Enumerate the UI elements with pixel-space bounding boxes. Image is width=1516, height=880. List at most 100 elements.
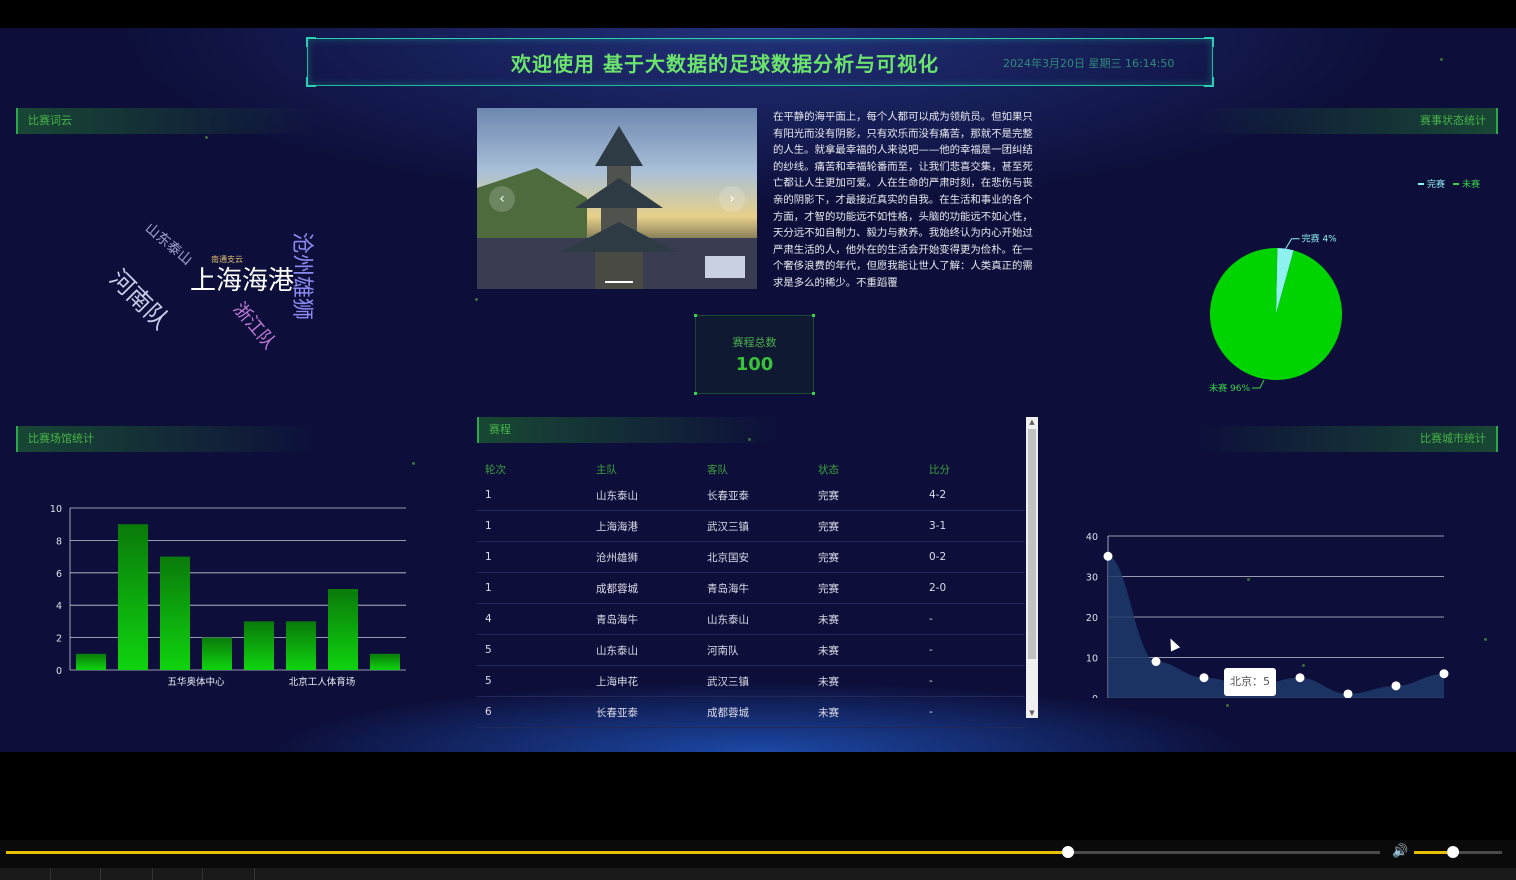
scroll-up-icon[interactable]: ▲ [1026,417,1038,427]
pagoda-roof-mid [575,178,663,208]
table-cell: 上海海港 [588,510,699,542]
table-cell: 沧州雄狮 [588,541,699,573]
wordcloud-word: 沧州雄狮 [289,232,314,321]
table-row[interactable]: 6 长春亚泰 成都蓉城 未赛 - [477,696,1025,728]
background-star [475,298,478,301]
table-row[interactable]: 1 成都蓉城 青岛海牛 完赛 2-0 [477,572,1025,604]
column-header[interactable]: 轮次 [477,458,588,480]
video-controls: 🔊 [0,840,1516,880]
data-point [1391,681,1401,691]
background-star [1440,58,1443,61]
card-corner-dot [812,392,815,395]
legend-label: 未赛 [1462,178,1480,190]
x-tick-label: 五华奥体中心 [167,676,225,688]
table-cell: 完赛 [810,510,921,542]
table-cell: 山东泰山 [588,634,699,666]
taskbar-item[interactable] [152,868,203,880]
column-header[interactable]: 状态 [810,458,921,480]
wordcloud-word: 上海海港 [190,266,295,296]
table-cell: 武汉三镇 [699,665,810,697]
volume-icon[interactable]: 🔊 [1392,844,1408,859]
venue-bar-chart: 0 2 4 6 8 10 五华奥体中心 北京工人体育场 [50,504,406,688]
table-cell: 5 [477,634,588,666]
table-header-row: 轮次 主队 客队 状态 比分 [477,458,1025,480]
data-point [1343,689,1353,698]
table-cell: 山东泰山 [699,603,810,635]
table-cell: - [921,634,1025,666]
volume-slider[interactable] [1414,846,1502,858]
taskbar-item[interactable] [50,868,101,880]
column-header[interactable]: 主队 [588,458,699,480]
total-matches-label: 赛程总数 [732,336,777,349]
data-point [1439,669,1449,679]
city-panel-header: 比赛城市统计 [1198,426,1498,452]
data-point [1151,657,1161,667]
y-tick-label: 40 [1086,532,1098,543]
y-tick-label: 10 [50,504,62,515]
x-tick-label: 北京工人体育场 [289,676,356,688]
table-cell: 0-2 [921,541,1025,573]
building-shape [705,256,745,278]
table-row[interactable]: 4 青岛海牛 山东泰山 未赛 - [477,603,1025,635]
table-cell: 山东泰山 [588,480,699,511]
bar [160,556,190,670]
table-cell: 北京国安 [699,541,810,573]
bar [76,653,106,670]
carousel-indicator[interactable] [605,281,633,283]
title-frame: 欢迎使用 基于大数据的足球数据分析与可视化 2024年3月20日 星期三 16:… [306,37,1214,87]
pagoda-image [477,126,757,289]
table-row[interactable]: 1 沧州雄狮 北京国安 完赛 0-2 [477,541,1025,573]
y-tick-label: 0 [1092,694,1098,698]
wordcloud-word: 河南队 [103,264,175,335]
table-cell: - [921,665,1025,697]
table-cell: 青岛海牛 [588,603,699,635]
wordcloud-panel-header: 比赛词云 [16,108,316,134]
carousel-next-icon[interactable]: › [719,186,745,212]
schedule-panel-title: 赛程 [489,423,511,436]
pagoda-roof-top [595,126,643,166]
wordcloud-word: 山东泰山 [141,220,195,269]
table-cell: 未赛 [810,665,921,697]
wordcloud-panel-title: 比赛词云 [28,114,72,127]
seek-handle[interactable] [1062,846,1075,858]
table-row[interactable]: 1 上海海港 武汉三镇 完赛 3-1 [477,510,1025,542]
schedule-table: 轮次 主队 客队 状态 比分 1 山东泰山 长春亚泰 完赛 4-2 1 上海海港 武汉三镇 完赛… [477,458,1025,728]
table-scrollbar[interactable]: ▲ ▼ [1026,417,1038,718]
taskbar-item[interactable] [100,868,153,880]
table-row[interactable]: 5 上海申花 武汉三镇 未赛 - [477,665,1025,697]
y-tick-label: 6 [56,569,62,580]
table-row[interactable]: 5 山东泰山 河南队 未赛 - [477,634,1025,666]
table-cell: 长春亚泰 [699,480,810,511]
column-header[interactable]: 比分 [921,458,1025,480]
taskbar-item[interactable] [0,868,51,880]
scroll-thumb[interactable] [1028,429,1036,659]
table-cell: 4-2 [921,480,1025,511]
background-star [1226,704,1229,707]
background-star [412,462,415,465]
table-cell: 上海申花 [588,665,699,697]
scroll-down-icon[interactable]: ▼ [1026,708,1038,718]
table-cell: 5 [477,665,588,697]
image-carousel[interactable]: ‹ › [477,108,757,289]
y-tick-label: 0 [56,666,62,677]
status-pie-chart: 完赛 4% 未赛 96% 完赛 未赛 [1209,178,1480,394]
table-cell: 青岛海牛 [699,572,810,604]
schedule-panel-header: 赛程 [477,417,777,443]
wordcloud-word: 南通支云 [211,255,243,264]
volume-handle[interactable] [1446,846,1459,858]
y-tick-label: 8 [56,536,62,547]
bar [370,653,400,670]
table-cell: 2-0 [921,572,1025,604]
table-cell: 成都蓉城 [588,572,699,604]
city-panel-title: 比赛城市统计 [1420,432,1486,445]
total-matches-value: 100 [735,354,774,375]
table-row[interactable]: 1 山东泰山 长春亚泰 完赛 4-2 [477,480,1025,511]
table-cell: 河南队 [699,634,810,666]
column-header[interactable]: 客队 [699,458,810,480]
table-cell: 完赛 [810,541,921,573]
frame-corner [1204,37,1214,47]
carousel-prev-icon[interactable]: ‹ [489,186,515,212]
taskbar-item[interactable] [202,868,255,880]
table-cell: 1 [477,572,588,604]
seek-bar[interactable] [6,846,1380,858]
